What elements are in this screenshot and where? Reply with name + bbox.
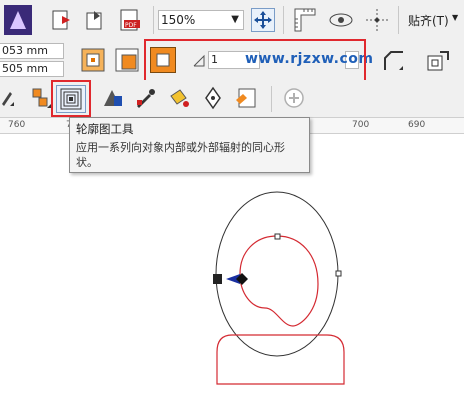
chevron-down-icon[interactable]: ▼ — [231, 11, 239, 29]
interactive-fill-icon[interactable] — [233, 86, 259, 110]
zoom-level-select[interactable]: 150% ▼ — [158, 10, 244, 30]
contour-start-handle[interactable] — [213, 274, 222, 284]
ruler-label: 690 — [408, 120, 426, 130]
add-icon[interactable] — [283, 87, 305, 109]
view-icon[interactable] — [327, 6, 355, 34]
ruler-label: 700 — [352, 120, 370, 130]
selection-handle[interactable] — [274, 233, 281, 240]
property-bar: 053 mm 505 mm 1 www.rjzxw.com — [0, 39, 464, 83]
object-acceleration-icon[interactable] — [424, 48, 452, 74]
object-y-value: 505 mm — [2, 62, 48, 75]
full-screen-icon[interactable] — [251, 8, 275, 32]
object-x-field[interactable]: 053 mm — [0, 43, 64, 59]
highlight-frame-property — [144, 39, 366, 83]
contour-to-center-button[interactable] — [79, 46, 107, 74]
zoom-level-value: 150% — [161, 13, 196, 27]
grid-icon[interactable] — [363, 6, 391, 34]
import-icon[interactable] — [50, 8, 74, 32]
toolbox-row — [0, 80, 464, 117]
highlight-frame-tool — [51, 80, 91, 117]
rounded-rect-object[interactable] — [216, 334, 345, 385]
rulers-icon[interactable] — [292, 6, 318, 34]
tooltip-title: 轮廓图工具 — [76, 122, 134, 136]
snap-to-menu[interactable]: 贴齐(T) — [408, 12, 449, 29]
object-x-value: 053 mm — [2, 44, 48, 57]
freehand-pick-icon[interactable] — [0, 86, 16, 110]
selection-handle[interactable] — [335, 270, 342, 277]
ruler-label: 760 — [8, 120, 26, 130]
tooltip-description: 应用一系列向对象内部或外部辐射的同心形状。 — [76, 141, 285, 169]
export-icon[interactable] — [84, 8, 108, 32]
corel-logo-icon[interactable] — [4, 5, 32, 35]
inside-contour-button[interactable] — [113, 46, 141, 74]
standard-toolbar: PDF 150% ▼ 贴齐(T) ▼ — [0, 0, 464, 41]
pen-nib-icon[interactable] — [200, 86, 226, 110]
paint-bucket-icon[interactable] — [166, 86, 192, 110]
svg-text:PDF: PDF — [125, 22, 137, 29]
corner-shape-icon[interactable] — [381, 48, 407, 74]
eyedropper-icon[interactable] — [133, 86, 159, 110]
object-y-field[interactable]: 505 mm — [0, 61, 64, 77]
shape-tool-icon[interactable] — [28, 86, 52, 110]
tooltip: 轮廓图工具 应用一系列向对象内部或外部辐射的同心形状。 — [69, 117, 310, 173]
outer-ellipse[interactable] — [215, 191, 339, 357]
fill-tool-icon[interactable] — [100, 86, 126, 110]
pdf-icon[interactable]: PDF — [118, 8, 144, 32]
contour-path[interactable] — [239, 235, 319, 327]
chevron-down-icon[interactable]: ▼ — [452, 13, 458, 22]
drawing-canvas[interactable] — [0, 134, 464, 419]
